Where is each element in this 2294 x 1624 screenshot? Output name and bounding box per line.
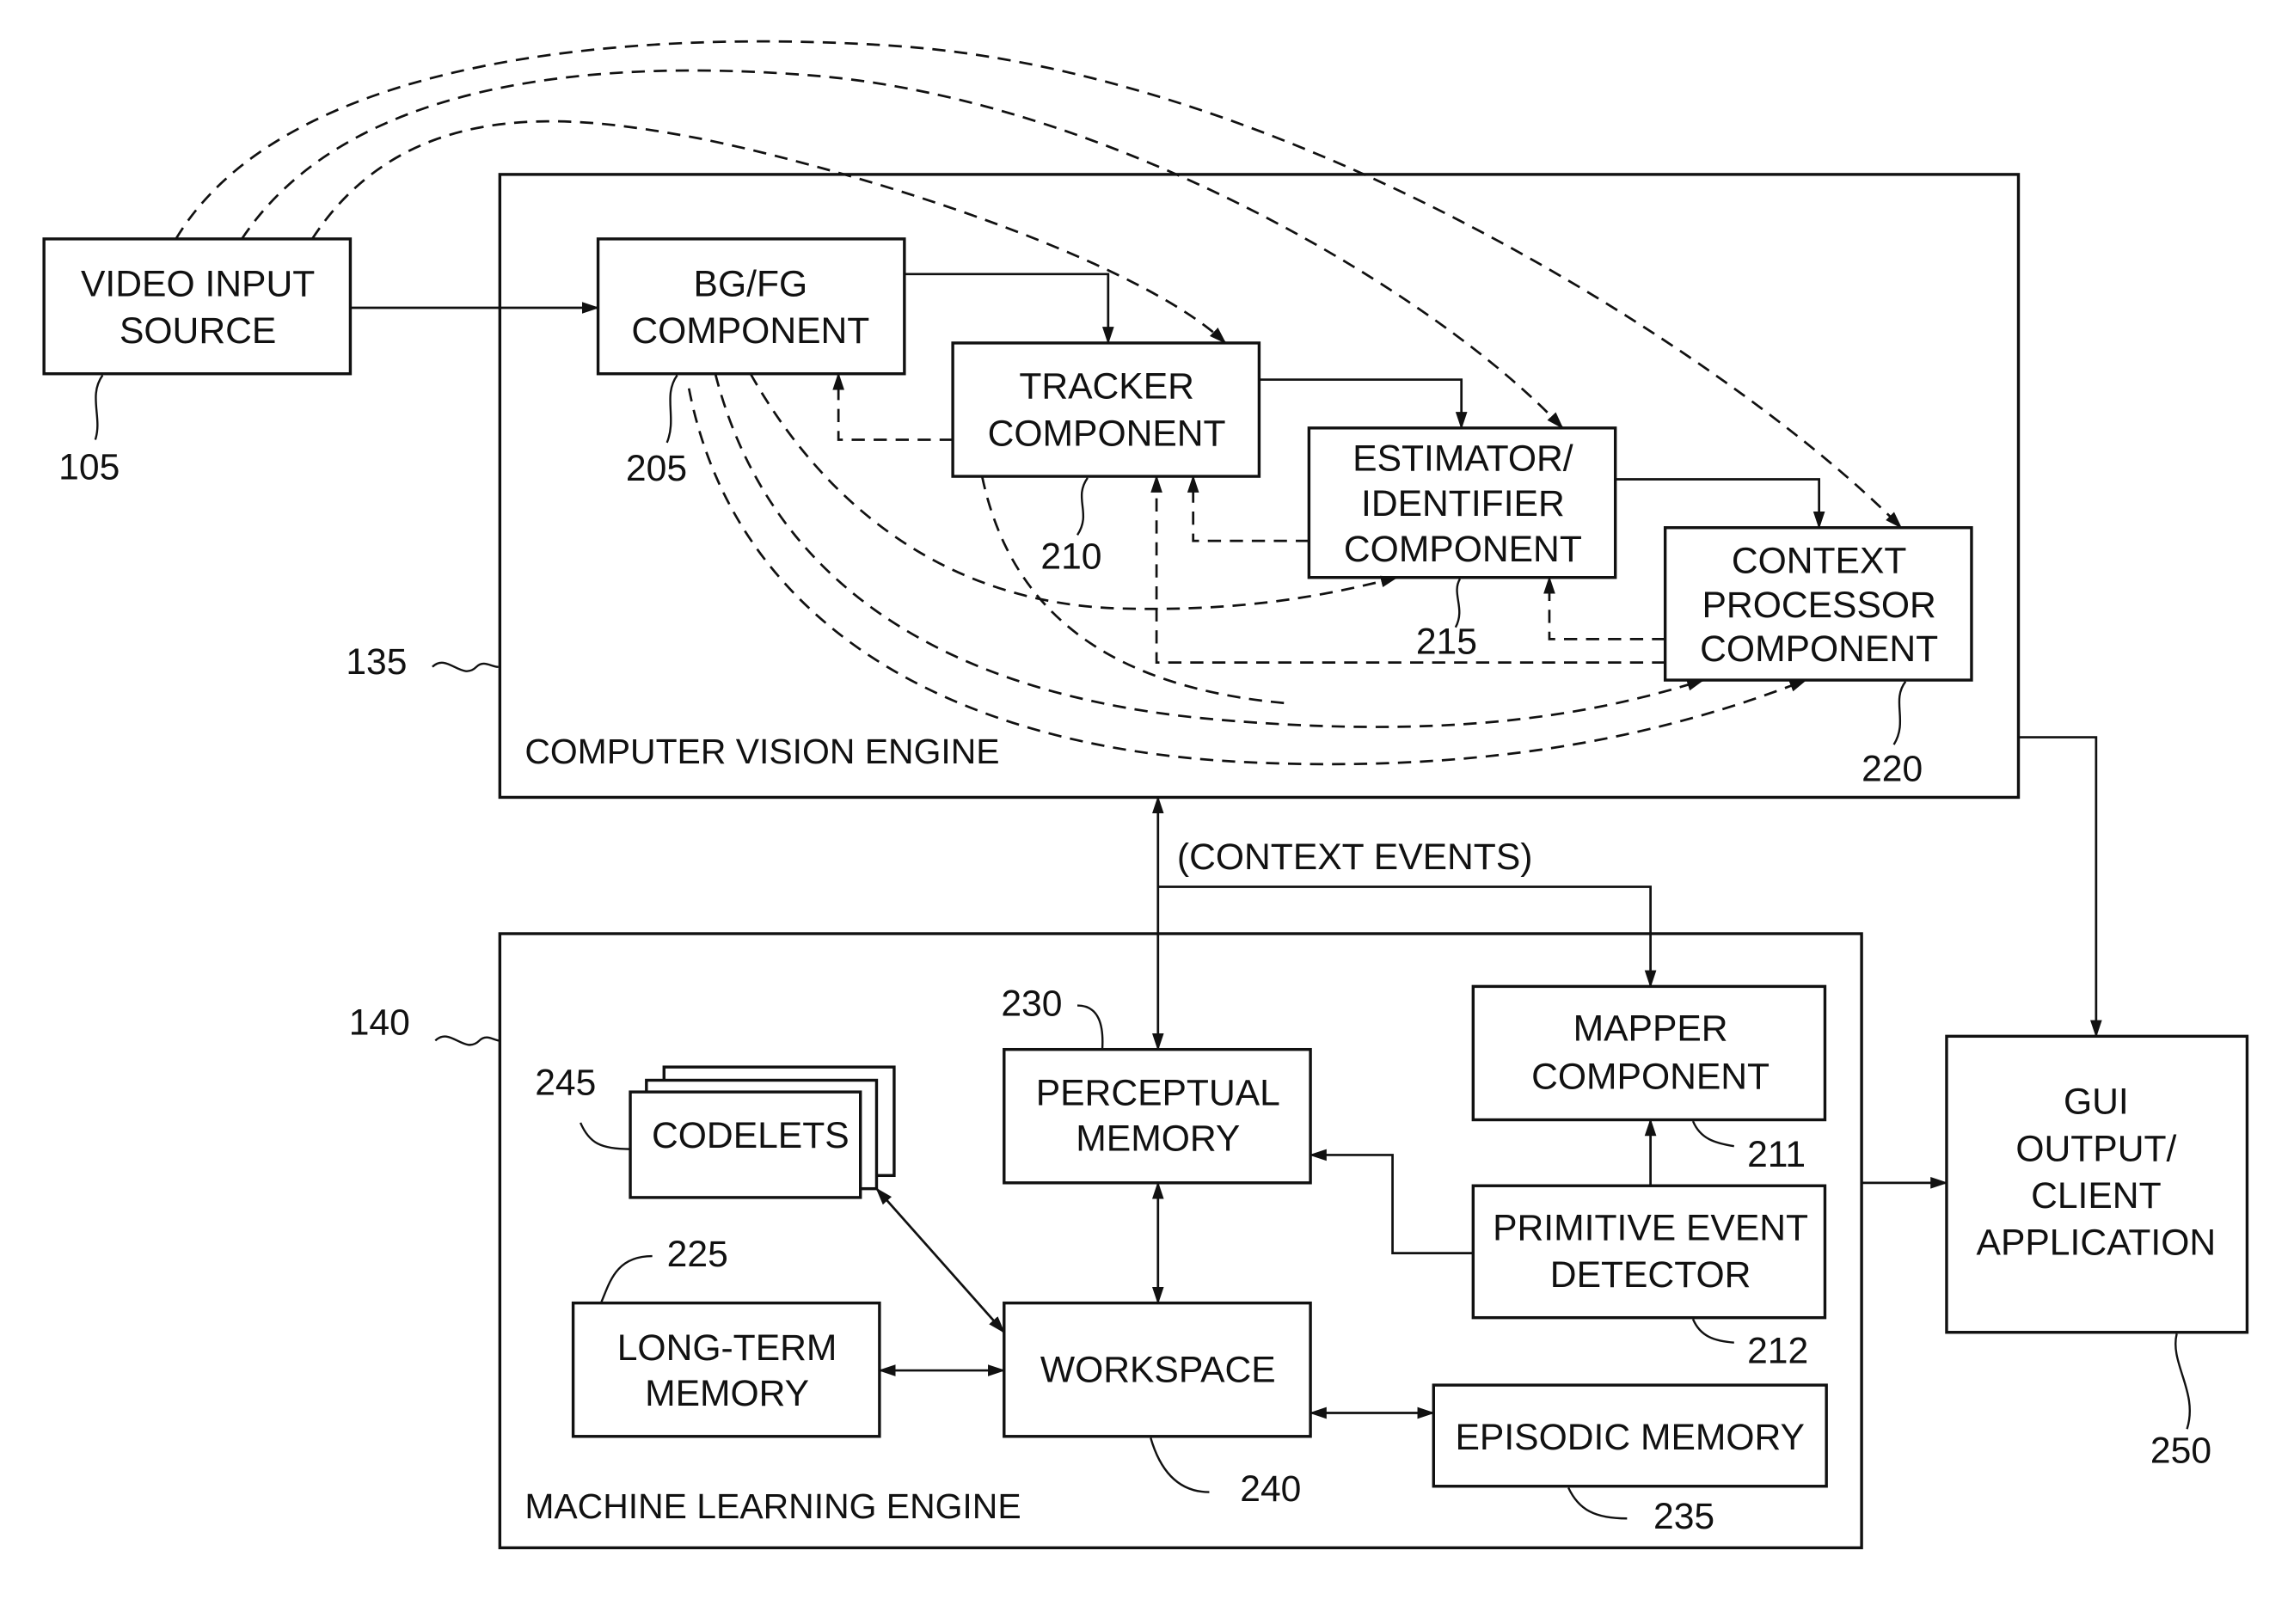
mapper-label-2: COMPONENT (1531, 1057, 1770, 1098)
primitive-event-detector-block: PRIMITIVE EVENT DETECTOR (1471, 1184, 1827, 1320)
ref-212: 212 (1747, 1331, 1808, 1372)
perceptual-memory-label-2: MEMORY (1076, 1118, 1240, 1159)
video-input-label-2: SOURCE (120, 310, 276, 352)
ref-225: 225 (667, 1234, 728, 1275)
ref-245: 245 (535, 1063, 596, 1104)
bgfg-label-1: BG/FG (694, 263, 808, 304)
video-input-source-block: VIDEO INPUT SOURCE (42, 237, 353, 376)
estimator-label-1: ESTIMATOR/ (1352, 438, 1573, 479)
episodic-memory-block: EPISODIC MEMORY (1432, 1383, 1828, 1488)
workspace-label: WORKSPACE (1040, 1350, 1276, 1391)
arrow-cv-to-gui (2018, 736, 2102, 1039)
mapper-label-1: MAPPER (1573, 1008, 1728, 1049)
ref-220: 220 (1862, 749, 1923, 790)
system-block-diagram: COMPUTER VISION ENGINE 135 MACHINE LEARN… (42, 40, 2249, 1550)
ref-105: 105 (58, 446, 120, 487)
tracker-label-1: TRACKER (1019, 366, 1194, 408)
gui-label-4: APPLICATION (1977, 1222, 2217, 1263)
bgfg-component-block: BG/FG COMPONENT (596, 237, 906, 376)
tracker-component-block: TRACKER COMPONENT (951, 341, 1261, 478)
machine-learning-engine-title: MACHINE LEARNING ENGINE (524, 1486, 1021, 1526)
ref-211: 211 (1747, 1134, 1806, 1175)
workspace-block: WORKSPACE (1003, 1301, 1312, 1438)
leader-250 (2174, 1333, 2192, 1430)
estimator-identifier-component-block: ESTIMATOR/ IDENTIFIER COMPONENT (1307, 426, 1617, 579)
ref-230: 230 (1001, 983, 1062, 1024)
long-term-memory-label-2: MEMORY (645, 1373, 809, 1414)
computer-vision-engine-title: COMPUTER VISION ENGINE (524, 732, 999, 771)
gui-label-3: CLIENT (2031, 1175, 2162, 1216)
ref-210: 210 (1040, 536, 1101, 577)
bgfg-label-2: COMPONENT (631, 310, 869, 352)
estimator-label-2: IDENTIFIER (1361, 483, 1565, 524)
context-processor-label-1: CONTEXT (1732, 541, 1907, 582)
long-term-memory-block: LONG-TERM MEMORY (571, 1301, 881, 1438)
primitive-event-label-2: DETECTOR (1550, 1254, 1751, 1296)
video-input-label-1: VIDEO INPUT (81, 263, 315, 304)
leader-135 (432, 661, 499, 672)
tracker-label-2: COMPONENT (988, 413, 1226, 454)
gui-label-2: OUTPUT/ (2015, 1128, 2176, 1169)
context-processor-label-2: PROCESSOR (1702, 585, 1936, 626)
context-processor-component-block: CONTEXT PROCESSOR COMPONENT (1663, 526, 1973, 682)
gui-output-client-application-block: GUI OUTPUT/ CLIENT APPLICATION (1945, 1034, 2249, 1334)
ref-215: 215 (1416, 621, 1477, 662)
perceptual-memory-label-1: PERCEPTUAL (1036, 1072, 1280, 1113)
ref-135: 135 (346, 641, 407, 683)
leader-105 (94, 374, 104, 440)
codelets-label: CODELETS (652, 1115, 850, 1156)
codelets-block: CODELETS (629, 1065, 896, 1199)
episodic-memory-label: EPISODIC MEMORY (1456, 1417, 1805, 1458)
perceptual-memory-block: PERCEPTUAL MEMORY (1003, 1047, 1312, 1185)
ref-235: 235 (1653, 1496, 1714, 1537)
long-term-memory-label-1: LONG-TERM (617, 1327, 837, 1369)
ref-240: 240 (1240, 1468, 1301, 1510)
primitive-event-label-1: PRIMITIVE EVENT (1493, 1207, 1808, 1248)
mapper-component-block: MAPPER COMPONENT (1471, 984, 1827, 1122)
ref-205: 205 (626, 448, 687, 489)
context-events-label: (CONTEXT EVENTS) (1177, 837, 1533, 878)
leader-140 (434, 1035, 500, 1046)
context-processor-label-3: COMPONENT (1700, 628, 1938, 670)
estimator-label-3: COMPONENT (1344, 529, 1582, 570)
ref-140: 140 (349, 1002, 410, 1044)
ref-250: 250 (2150, 1430, 2211, 1471)
gui-label-1: GUI (2064, 1082, 2129, 1123)
